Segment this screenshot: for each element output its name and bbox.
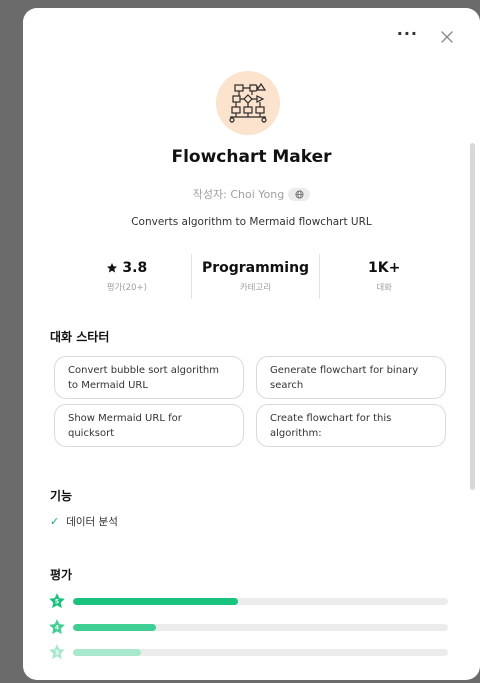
globe-icon [295,189,304,199]
gpt-logo [216,71,280,135]
author-name: 작성자: Choi Yong [192,188,285,201]
feature-item: ✓ 데이터 분석 [50,514,118,529]
rating-value: 3.8 [106,260,147,276]
close-icon[interactable] [440,30,454,44]
website-link[interactable] [288,187,311,201]
rating-bar-fill [73,648,141,656]
rating-bar-fill [73,623,156,631]
star-badge-icon: 4 [49,619,65,635]
rating-row: 3 [48,644,448,660]
conversations-label: 대화 [376,283,392,293]
gpt-description: Converts algorithm to Mermaid flowchart … [131,216,372,228]
ratings-heading: 평가 [50,568,73,582]
category-label: 카테고리 [239,283,272,293]
stat-category: Programming 카테고리 [190,254,320,299]
rating-stars-number: 3 [55,650,59,657]
rating-row: 5 [48,593,448,609]
modal-topbar: ··· [397,26,454,44]
starter-button[interactable]: Generate flowchart for binary search [256,356,446,399]
rating-number: 3.8 [122,260,148,276]
author-line: 작성자: Choi Yong [23,186,480,202]
rating-stars-number: 4 [55,625,59,632]
conversations-value: 1K+ [368,260,401,276]
feature-label: 데이터 분석 [66,516,118,528]
rating-stars-number: 5 [55,599,59,606]
scrollbar[interactable] [470,143,475,490]
category-value: Programming [201,260,310,276]
stat-rating: 3.8 평가(20+) [63,254,191,299]
starter-button[interactable]: Show Mermaid URL for quicksort [54,404,244,447]
gpt-details-modal: ··· Flowchart Maker 작성자: Choi Yong Conve… [23,8,480,680]
stat-conversations: 1K+ 대화 [319,254,448,299]
rating-row: 4 [48,619,448,635]
star-badge-icon: 5 [49,593,65,609]
rating-bar-fill [73,597,238,605]
stats-row: 3.8 평가(20+) Programming 카테고리 1K+ 대화 [63,254,448,299]
rating-label: 평가(20+) [106,283,147,293]
features-heading: 기능 [50,489,73,503]
rating-bar-track [73,648,448,656]
checkmark-icon: ✓ [50,515,60,528]
rating-bar-track [73,597,448,605]
rating-bar-track [73,623,448,631]
conversation-starters: Convert bubble sort algorithm to Mermaid… [54,356,449,447]
gpt-title: Flowchart Maker [171,147,332,167]
flowchart-icon [229,82,267,123]
star-badge-icon: 3 [49,644,65,660]
star-icon [107,263,118,273]
starters-heading: 대화 스타터 [50,330,110,344]
starter-button[interactable]: Create flowchart for this algorithm: [256,404,446,447]
starter-button[interactable]: Convert bubble sort algorithm to Mermaid… [54,356,244,399]
more-options-button[interactable]: ··· [397,26,418,42]
